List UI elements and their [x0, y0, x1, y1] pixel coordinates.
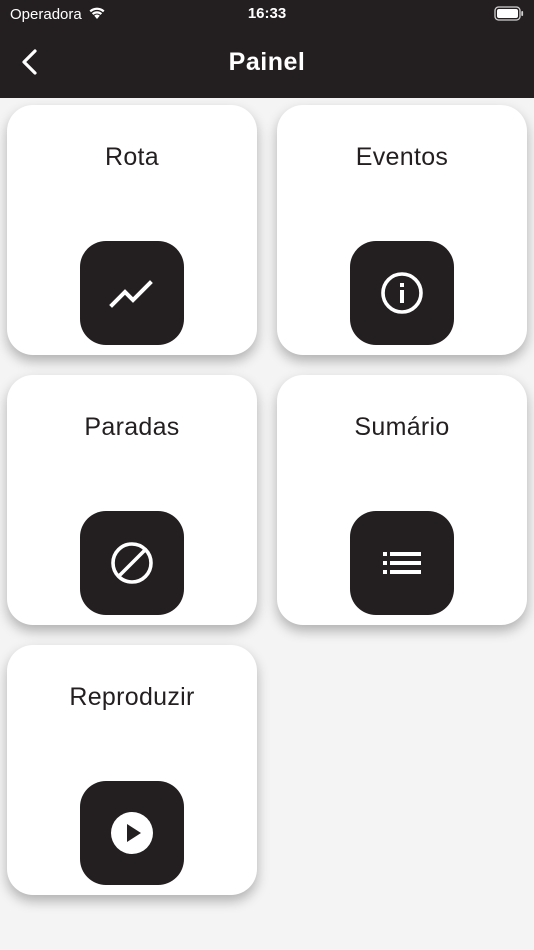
- block-icon: [108, 539, 156, 587]
- trending-up-icon: [108, 269, 156, 317]
- status-bar: Operadora 16:33: [0, 0, 534, 28]
- tile-icon-button[interactable]: [80, 781, 184, 885]
- info-icon: [378, 269, 426, 317]
- play-circle-icon: [108, 809, 156, 857]
- tile-sumario[interactable]: Sumário: [277, 375, 527, 625]
- nav-bar: Painel: [0, 28, 534, 98]
- tile-label: Sumário: [354, 413, 450, 441]
- tile-label: Paradas: [84, 413, 180, 441]
- tile-paradas[interactable]: Paradas: [7, 375, 257, 625]
- tile-icon-button[interactable]: [350, 511, 454, 615]
- tile-icon-button[interactable]: [80, 241, 184, 345]
- battery-icon: [494, 6, 524, 22]
- tile-icon-button[interactable]: [80, 511, 184, 615]
- tile-label: Rota: [104, 143, 159, 171]
- tile-reproduzir[interactable]: Reproduzir: [7, 645, 257, 895]
- tile-label: Eventos: [355, 143, 449, 171]
- tile-icon-button[interactable]: [350, 241, 454, 345]
- tile-label: Reproduzir: [69, 683, 195, 711]
- tile-eventos[interactable]: Eventos: [277, 105, 527, 355]
- page-title: Painel: [228, 48, 306, 76]
- status-time: 16:33: [247, 5, 287, 22]
- list-icon: [378, 539, 426, 587]
- tile-rota[interactable]: Rota: [7, 105, 257, 355]
